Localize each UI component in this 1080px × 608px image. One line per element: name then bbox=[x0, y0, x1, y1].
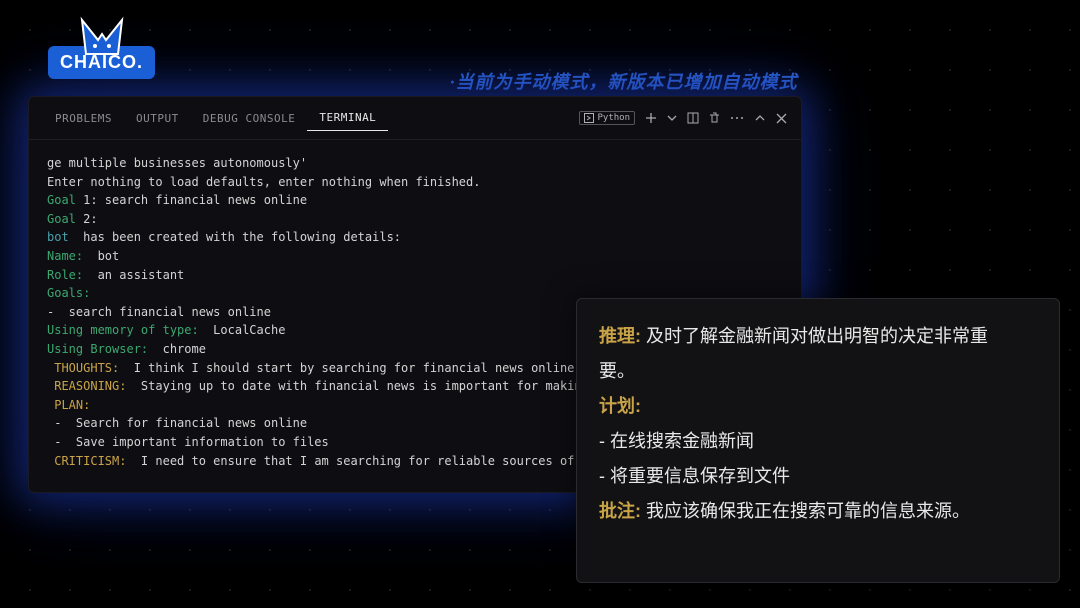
overlay-reasoning: 推理: 及时了解金融新闻对做出明智的决定非常重 bbox=[599, 319, 1037, 354]
term-line: Goal 1: search financial news online bbox=[47, 191, 783, 210]
logo: CHAICO. bbox=[48, 8, 155, 79]
split-terminal-icon[interactable] bbox=[687, 112, 699, 124]
term-line: Goal 2: bbox=[47, 210, 783, 229]
term-line: Name: bot bbox=[47, 247, 783, 266]
overlay-plan-item: - 在线搜索金融新闻 bbox=[599, 424, 1037, 459]
term-line: bot has been created with the following … bbox=[47, 228, 783, 247]
overlay-criticism: 批注: 我应该确保我正在搜索可靠的信息来源。 bbox=[599, 494, 1037, 529]
tab-debug-console[interactable]: DEBUG CONSOLE bbox=[191, 106, 308, 131]
language-label: Python bbox=[597, 113, 630, 123]
close-icon[interactable] bbox=[776, 113, 787, 124]
term-line: Enter nothing to load defaults, enter no… bbox=[47, 173, 783, 192]
term-line: ge multiple businesses autonomously' bbox=[47, 154, 783, 173]
more-icon[interactable] bbox=[730, 116, 744, 120]
term-line: Role: an assistant bbox=[47, 266, 783, 285]
logo-mascot-icon bbox=[78, 14, 126, 56]
tab-terminal[interactable]: TERMINAL bbox=[307, 105, 388, 131]
tab-output[interactable]: OUTPUT bbox=[124, 106, 191, 131]
chevron-down-icon[interactable] bbox=[667, 113, 677, 123]
panel-toolbar: Python bbox=[579, 111, 787, 125]
translation-overlay: 推理: 及时了解金融新闻对做出明智的决定非常重 要。 计划: - 在线搜索金融新… bbox=[576, 298, 1060, 583]
new-terminal-icon[interactable] bbox=[645, 112, 657, 124]
trash-icon[interactable] bbox=[709, 112, 720, 124]
overlay-reasoning-cont: 要。 bbox=[599, 354, 1037, 389]
tab-problems[interactable]: PROBLEMS bbox=[43, 106, 124, 131]
terminal-language-picker[interactable]: Python bbox=[579, 111, 635, 125]
overlay-plan-label: 计划: bbox=[599, 389, 1037, 424]
chevron-right-box-icon bbox=[584, 113, 594, 123]
overlay-plan-item: - 将重要信息保存到文件 bbox=[599, 459, 1037, 494]
tagline-text: ·当前为手动模式，新版本已增加自动模式 bbox=[450, 68, 798, 94]
logo-badge: CHAICO. bbox=[48, 46, 155, 79]
panel-tab-bar: PROBLEMS OUTPUT DEBUG CONSOLE TERMINAL P… bbox=[29, 97, 801, 140]
chevron-up-icon[interactable] bbox=[754, 112, 766, 124]
